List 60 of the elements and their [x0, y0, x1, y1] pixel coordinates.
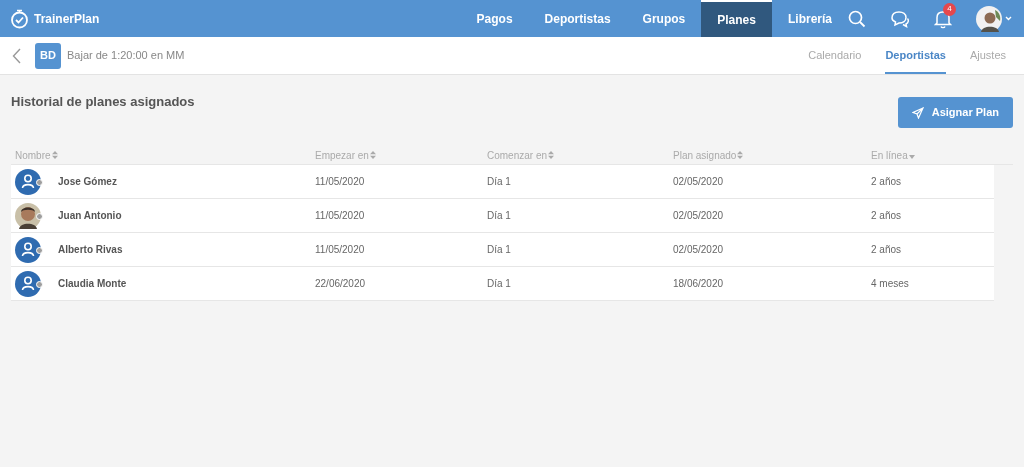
table-row[interactable]: Alberto Rivas 11/05/2020 Día 1 02/05/2020 2 años [11, 233, 994, 267]
search-icon[interactable] [848, 9, 866, 28]
user-avatar[interactable] [976, 5, 1002, 32]
table-cell-text: 11/05/2020 [315, 175, 366, 189]
avatar [15, 270, 41, 297]
sort-icon[interactable] [548, 151, 555, 159]
avatar [15, 202, 41, 229]
table-cell-text: 11/05/2020 [315, 243, 366, 257]
table-cell-text: 02/05/2020 [673, 209, 725, 223]
sort-icon[interactable] [369, 151, 376, 159]
table-cell-text: Día 1 [487, 175, 512, 189]
bell-icon[interactable] [934, 8, 952, 29]
table-cell-text: 11/05/2020 [315, 209, 366, 223]
plan-initials: BD [35, 42, 61, 69]
athlete-name: Claudia Monte [58, 277, 127, 291]
athlete-name: Jose Gómez [58, 175, 117, 189]
table-cell-text: 2 años [871, 243, 903, 257]
column-header[interactable]: Comenzar en [487, 147, 548, 163]
chat-icon[interactable] [890, 9, 910, 28]
table-cell-text: 18/06/2020 [673, 277, 725, 291]
athlete-name: Alberto Rivas [58, 243, 123, 257]
sort-icon[interactable] [737, 151, 744, 159]
nav-tab[interactable]: Planes [701, 0, 772, 37]
back-icon[interactable] [12, 47, 21, 64]
column-header[interactable]: En línea [871, 147, 908, 163]
table-cell-text: Día 1 [487, 243, 512, 257]
sort-icon[interactable] [51, 151, 58, 159]
notification-badge: 4 [943, 2, 956, 16]
nav-tab[interactable]: Pagos [460, 0, 529, 37]
section-title: Historial de planes asignados [11, 93, 195, 111]
app-logo-text: TrainerPlan [34, 10, 100, 28]
table-row[interactable]: Jose Gómez 11/05/2020 Día 1 02/05/2020 2 años [11, 165, 994, 199]
sub-tab[interactable]: Ajustes [969, 37, 1006, 74]
nav-tab[interactable]: Deportistas [528, 0, 627, 37]
sort-down-icon[interactable] [908, 154, 915, 159]
table-cell-text: 4 meses [871, 277, 910, 291]
column-header[interactable]: Empezar en [315, 147, 369, 163]
nav-tab[interactable]: Librería [772, 0, 848, 37]
table-row[interactable]: Claudia Monte 22/06/2020 Día 1 18/06/2020 4 meses [11, 267, 994, 301]
table-cell-text: Día 1 [487, 277, 512, 291]
sub-tab[interactable]: Calendario [808, 37, 862, 74]
assign-plan-button[interactable]: Asignar Plan [897, 97, 1013, 128]
table-cell-text: Día 1 [487, 209, 512, 223]
column-header[interactable]: Plan asignado [673, 147, 737, 163]
send-icon [911, 106, 924, 119]
athlete-name: Juan Antonio [58, 209, 122, 223]
stopwatch-icon [10, 8, 29, 29]
nav-tab[interactable]: Grupos [626, 0, 702, 37]
column-header[interactable]: Nombre [15, 147, 51, 163]
caret-icon[interactable] [1005, 16, 1012, 21]
plan-title: Bajar de 1:20:00 en MM [67, 48, 185, 64]
table-row[interactable]: Juan Antonio 11/05/2020 Día 1 02/05/2020 2 años [11, 199, 994, 233]
avatar [15, 236, 41, 263]
table-cell-text: 02/05/2020 [673, 175, 725, 189]
table-cell-text: 2 años [871, 175, 903, 189]
table-cell-text: 02/05/2020 [673, 243, 725, 257]
table-cell-text: 22/06/2020 [315, 277, 367, 291]
sub-tab[interactable]: Deportistas [885, 37, 946, 74]
avatar [15, 168, 41, 195]
table-cell-text: 2 años [871, 209, 903, 223]
